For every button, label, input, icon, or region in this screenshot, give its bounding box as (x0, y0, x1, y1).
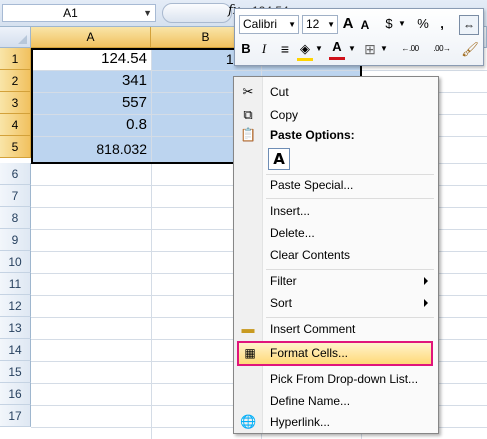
shrink-font-button[interactable]: A (358, 16, 372, 34)
row-header-3[interactable]: 3 (0, 92, 31, 114)
row-header-9[interactable]: 9 (0, 229, 31, 251)
menu-item-insert-label: Insert... (270, 204, 311, 218)
paste-icon: 📋 (240, 127, 257, 142)
chevron-down-icon: ▼ (327, 20, 335, 29)
currency-button[interactable]: $ (382, 15, 396, 33)
name-box[interactable]: A1 ▼ (2, 4, 156, 22)
row-header-13[interactable]: 13 (0, 317, 31, 339)
menu-item-paste-special[interactable]: Paste Special... (234, 174, 438, 196)
format-cells-icon: ▦ (244, 346, 256, 360)
hyperlink-icon: 🌐 (240, 414, 257, 429)
menu-item-format-cells[interactable]: ▦ Format Cells... (237, 341, 433, 366)
fill-color-icon[interactable]: ◈ (297, 40, 313, 61)
align-center-icon[interactable]: ≡ (277, 40, 293, 58)
menu-item-copy-label: Copy (270, 108, 299, 122)
context-menu: ✂ Cut ⧉ Copy 📋 Paste Options: Paste Spec… (233, 76, 439, 434)
submenu-arrow-icon (424, 299, 428, 307)
menu-item-hyperlink[interactable]: 🌐 Hyperlink... (234, 411, 438, 433)
comment-icon: ▬ (241, 321, 255, 336)
menu-item-insert-comment-label: Insert Comment (270, 322, 356, 336)
paste-option-keep-formatting[interactable]: A (268, 148, 290, 170)
menu-item-filter-label: Filter (270, 274, 297, 288)
menu-item-filter[interactable]: Filter (234, 270, 438, 292)
menu-item-format-cells-label: Format Cells... (270, 346, 349, 360)
menu-item-hyperlink-label: Hyperlink... (270, 415, 331, 429)
name-box-value: A1 (63, 6, 78, 20)
chevron-down-icon[interactable]: ▼ (380, 40, 388, 58)
scissors-icon: ✂ (242, 84, 254, 99)
row-header-7[interactable]: 7 (0, 185, 31, 207)
chevron-down-icon[interactable]: ▼ (143, 8, 152, 18)
font-name-value: Calibri (243, 17, 278, 31)
paste-options-header: 📋 Paste Options: (234, 124, 438, 146)
bold-button[interactable]: B (239, 40, 253, 58)
row-header-5[interactable]: 5 (0, 136, 31, 158)
menu-item-paste-special-label: Paste Special... (270, 178, 354, 192)
row-header-16[interactable]: 16 (0, 383, 31, 405)
chevron-down-icon[interactable]: ▼ (315, 40, 323, 58)
comma-button[interactable]: , (436, 15, 448, 33)
menu-item-pick-from-list-label: Pick From Drop-down List... (270, 372, 419, 386)
menu-item-pick-from-list[interactable]: Pick From Drop-down List... (234, 368, 438, 390)
copy-icon: ⧉ (243, 107, 253, 122)
menu-item-copy[interactable]: ⧉ Copy (234, 104, 438, 126)
menu-item-delete[interactable]: Delete... (234, 222, 438, 244)
percent-button[interactable]: % (416, 15, 430, 33)
border-icon[interactable]: ⊞ (362, 40, 378, 58)
menu-item-define-name-label: Define Name... (270, 394, 351, 408)
font-size-value: 12 (306, 17, 320, 31)
menu-item-insert-comment[interactable]: ▬ Insert Comment (234, 318, 438, 340)
menu-item-define-name[interactable]: Define Name... (234, 390, 438, 412)
grow-font-button[interactable]: A (341, 15, 355, 33)
row-header-8[interactable]: 8 (0, 207, 31, 229)
menu-item-cut-label: Cut (270, 85, 289, 99)
row-header-15[interactable]: 15 (0, 361, 31, 383)
decrease-decimal-button[interactable]: .00→ (427, 40, 457, 58)
row-header-4[interactable]: 4 (0, 114, 31, 136)
format-painter-icon[interactable]: 🖌 (461, 40, 479, 58)
mini-toolbar: Calibri ▼ 12 ▼ A A $ ▼ % , ⇔ B I ≡ ◈ ▼ A ▼… (234, 8, 484, 66)
chevron-down-icon[interactable]: ▼ (398, 15, 406, 33)
row-header-10[interactable]: 10 (0, 251, 31, 273)
menu-item-delete-label: Delete... (270, 226, 315, 240)
increase-decimal-button[interactable]: ←.00 (395, 40, 425, 58)
row-header-1[interactable]: 1 (0, 48, 31, 70)
row-header-2[interactable]: 2 (0, 70, 31, 92)
chevron-down-icon[interactable]: ▼ (348, 40, 356, 58)
select-all-button[interactable] (0, 27, 31, 48)
row-header-14[interactable]: 14 (0, 339, 31, 361)
submenu-arrow-icon (424, 277, 428, 285)
italic-button[interactable]: I (257, 40, 271, 58)
menu-item-insert[interactable]: Insert... (234, 200, 438, 222)
chevron-down-icon: ▼ (288, 20, 296, 29)
font-color-icon[interactable]: A (329, 39, 345, 60)
menu-item-sort-label: Sort (270, 296, 293, 310)
paste-options-label: Paste Options: (270, 128, 355, 142)
font-size-select[interactable]: 12 ▼ (302, 15, 338, 34)
row-header-12[interactable]: 12 (0, 295, 31, 317)
row-header-17[interactable]: 17 (0, 405, 31, 427)
menu-item-clear-contents[interactable]: Clear Contents (234, 244, 438, 266)
row-header-11[interactable]: 11 (0, 273, 31, 295)
menu-item-sort[interactable]: Sort (234, 292, 438, 314)
font-name-select[interactable]: Calibri ▼ (239, 15, 299, 34)
column-header-a[interactable]: A (31, 27, 151, 48)
row-header-6[interactable]: 6 (0, 163, 31, 185)
merge-center-icon[interactable]: ⇔ (459, 15, 479, 35)
formula-bar-divider (162, 3, 232, 23)
menu-item-cut[interactable]: ✂ Cut (234, 81, 438, 103)
menu-item-clear-contents-label: Clear Contents (270, 248, 351, 262)
